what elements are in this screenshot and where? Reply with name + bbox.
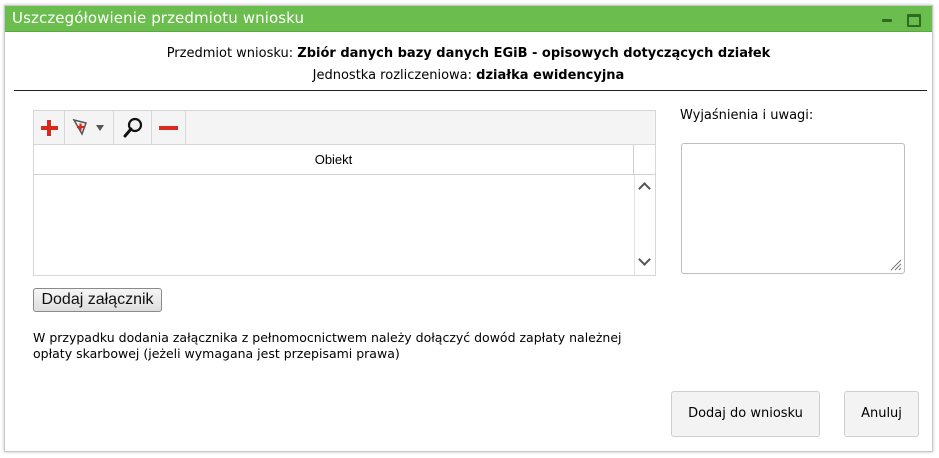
scroll-down-icon[interactable] — [638, 253, 651, 266]
cancel-button[interactable]: Anuluj — [844, 391, 919, 437]
scroll-up-icon[interactable] — [638, 182, 651, 195]
add-to-request-button[interactable]: Dodaj do wniosku — [671, 391, 820, 437]
unit-label: Jednostka rozliczeniowa: — [312, 68, 472, 83]
dialog-title: Uszczegółowienie przedmiotu wniosku — [12, 9, 305, 27]
remarks-textarea[interactable] — [681, 143, 905, 274]
grid-scrollbar[interactable] — [634, 175, 655, 275]
dialog-window: Uszczegółowienie przedmiotu wniosku Prze… — [4, 5, 933, 452]
maximize-icon[interactable] — [907, 13, 921, 27]
minus-icon[interactable] — [152, 111, 186, 144]
minimize-icon[interactable] — [881, 13, 893, 25]
search-button[interactable] — [114, 111, 152, 144]
resize-grip-icon[interactable] — [888, 257, 902, 271]
map-pick-dropdown-button[interactable] — [65, 111, 114, 144]
objects-grid[interactable]: Obiekt — [33, 144, 656, 276]
add-attachment-button[interactable]: Dodaj załącznik — [33, 288, 162, 312]
subject-line: Przedmiot wniosku: Zbiór danych bazy dan… — [5, 46, 932, 61]
grid-toolbar — [33, 110, 656, 144]
map-pick-icon — [72, 118, 87, 136]
column-header-object[interactable]: Obiekt — [34, 145, 634, 175]
unit-line: Jednostka rozliczeniowa: działka ewidenc… — [5, 68, 932, 83]
attachment-note: W przypadku dodania załącznika z pełnomo… — [33, 330, 622, 361]
column-header-filler — [634, 145, 655, 175]
title-bar[interactable]: Uszczegółowienie przedmiotu wniosku — [5, 6, 932, 32]
unit-value: działka ewidencyjna — [476, 68, 625, 83]
subject-label: Przedmiot wniosku: — [166, 46, 294, 61]
magnifier-icon — [123, 117, 143, 138]
header-divider — [14, 90, 927, 91]
chevron-down-icon — [96, 125, 104, 131]
plus-icon[interactable] — [34, 111, 65, 144]
subject-value: Zbiór danych bazy danych EGiB - opisowyc… — [297, 46, 771, 61]
remarks-label: Wyjaśnienia i uwagi: — [680, 108, 814, 123]
